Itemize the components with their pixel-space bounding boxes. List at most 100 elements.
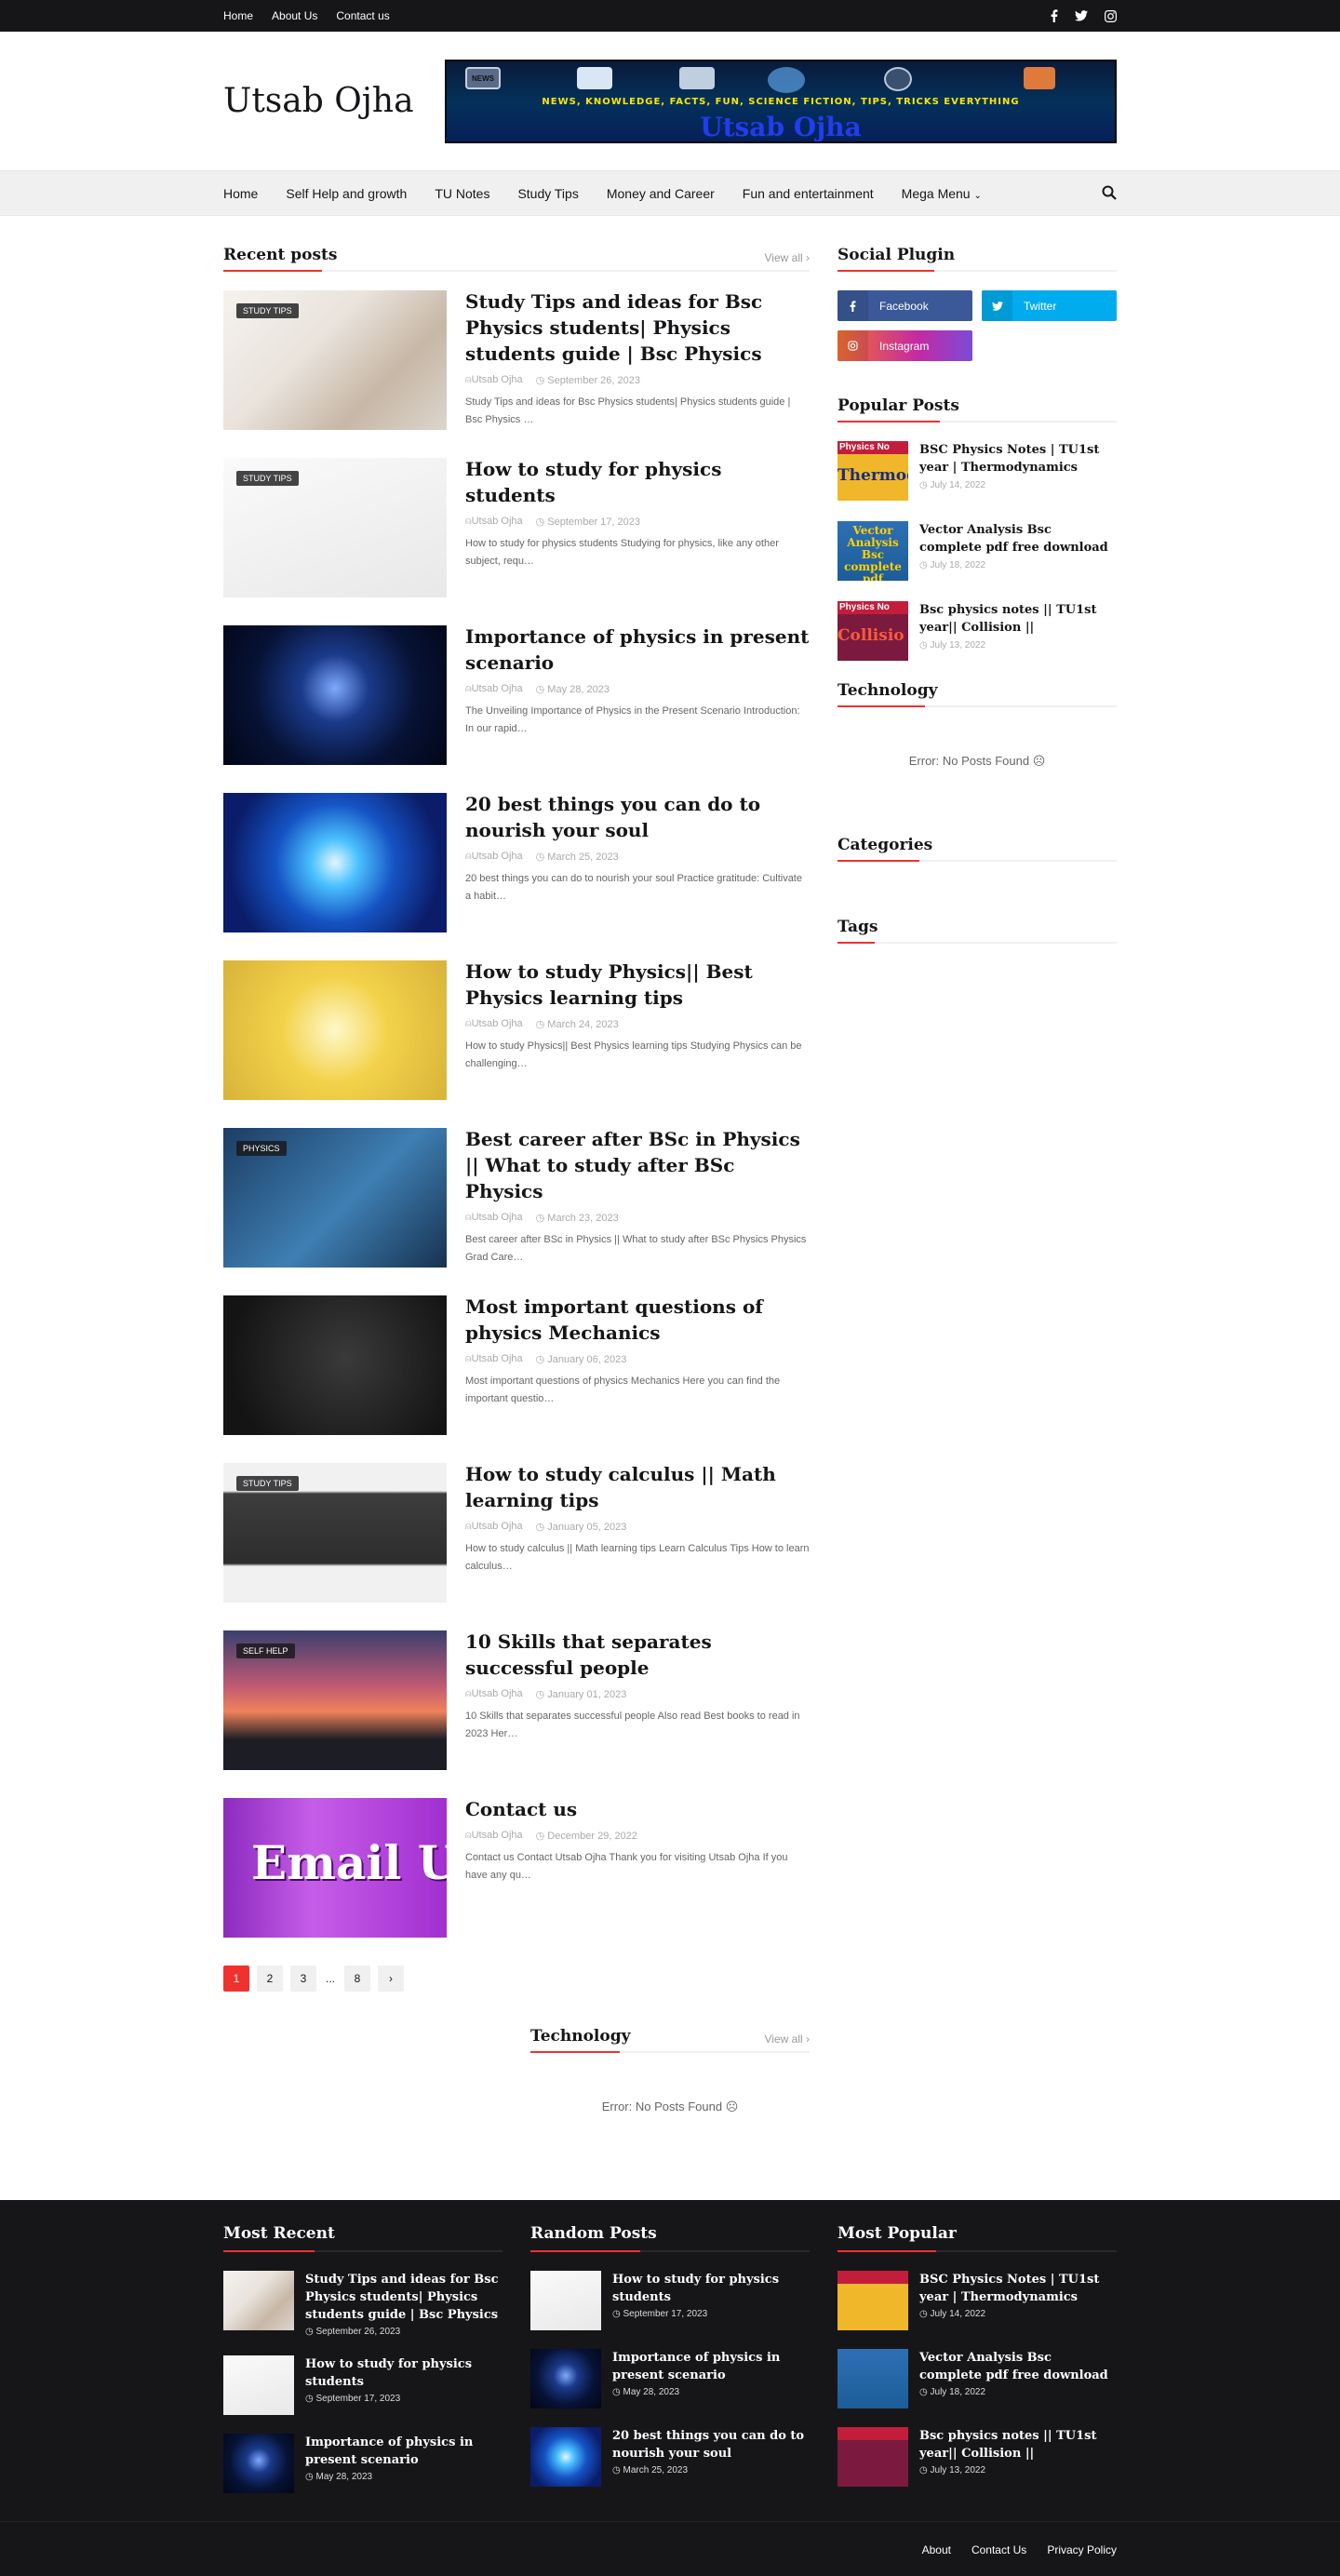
footer-post[interactable]: 20 best things you can do to nourish you… (530, 2427, 810, 2487)
post-author[interactable]: ⍝Utsab Ojha (465, 1830, 523, 1842)
post-title[interactable]: Study Tips and ideas for Bsc Physics stu… (465, 288, 810, 367)
post-author[interactable]: ⍝Utsab Ojha (465, 683, 523, 695)
popular-post[interactable]: Physics No Collisio Bsc physics notes || T… (838, 601, 1117, 661)
footer-post-thumbnail[interactable] (838, 2427, 908, 2487)
nav-item-money-career[interactable]: Money and Career (607, 186, 715, 201)
post-thumbnail[interactable] (223, 1295, 447, 1435)
instagram-button[interactable]: Instagram (838, 330, 972, 361)
footer-post[interactable]: Study Tips and ideas for Bsc Physics stu… (223, 2271, 502, 2337)
footer-post-title[interactable]: Study Tips and ideas for Bsc Physics stu… (305, 2271, 502, 2324)
facebook-button[interactable]: Facebook (838, 290, 972, 321)
instagram-icon[interactable] (1105, 9, 1117, 22)
footer-post[interactable]: Importance of physics in present scenari… (223, 2434, 502, 2493)
footer-post[interactable]: Importance of physics in present scenari… (530, 2349, 810, 2408)
site-logo[interactable]: Utsab Ojha (223, 82, 414, 120)
post-title[interactable]: 10 Skills that separates successful peop… (465, 1629, 810, 1681)
post-thumbnail[interactable]: Email U (223, 1798, 447, 1938)
popular-post-title[interactable]: Vector Analysis Bsc complete pdf free do… (919, 521, 1117, 557)
post-thumbnail[interactable]: PHYSICS (223, 1128, 447, 1268)
post-title[interactable]: Importance of physics in present scenari… (465, 624, 810, 676)
footer-post-title[interactable]: How to study for physics students (305, 2355, 502, 2391)
footer-post-title[interactable]: Importance of physics in present scenari… (612, 2349, 810, 2384)
nav-item-fun[interactable]: Fun and entertainment (743, 186, 874, 201)
post-title[interactable]: Best career after BSc in Physics || What… (465, 1126, 810, 1204)
post-author[interactable]: ⍝Utsab Ojha (465, 1353, 523, 1365)
nav-item-study-tips[interactable]: Study Tips (517, 186, 578, 201)
post-author[interactable]: ⍝Utsab Ojha (465, 851, 523, 863)
footer-post-thumbnail[interactable] (530, 2427, 601, 2487)
view-all-link[interactable]: View all › (765, 251, 810, 264)
footer-post-thumbnail[interactable] (838, 2271, 908, 2330)
post-title[interactable]: Most important questions of physics Mech… (465, 1294, 810, 1346)
footer-link-about[interactable]: About (922, 2543, 951, 2556)
nav-item-tu-notes[interactable]: TU Notes (435, 186, 489, 201)
footer-post[interactable]: Bsc physics notes || TU1st year|| Collis… (838, 2427, 1117, 2487)
post-category-badge[interactable]: STUDY TIPS (236, 1476, 299, 1491)
post-title[interactable]: How to study Physics|| Best Physics lear… (465, 959, 810, 1011)
post-title[interactable]: How to study calculus || Math learning t… (465, 1461, 810, 1513)
post-thumbnail[interactable] (223, 793, 447, 932)
next-page-button[interactable]: › (378, 1966, 404, 1992)
top-link-contact[interactable]: Contact us (336, 9, 389, 22)
post-author[interactable]: ⍝Utsab Ojha (465, 1521, 523, 1533)
popular-post-title[interactable]: Bsc physics notes || TU1st year|| Collis… (919, 601, 1117, 637)
post-thumbnail[interactable] (223, 960, 447, 1100)
popular-post-thumbnail[interactable]: Physics No Thermodynam (838, 441, 908, 501)
post-author[interactable]: ⍝Utsab Ojha (465, 1212, 523, 1224)
top-link-about[interactable]: About Us (272, 9, 317, 22)
popular-post-thumbnail[interactable]: Vector Analysis Bsc complete pdf (838, 521, 908, 581)
page-2-button[interactable]: 2 (257, 1966, 283, 1992)
post-category-badge[interactable]: SELF HELP (236, 1644, 295, 1658)
post-category-badge[interactable]: STUDY TIPS (236, 303, 299, 318)
footer-post-title[interactable]: Bsc physics notes || TU1st year|| Collis… (919, 2427, 1117, 2462)
footer-post-title[interactable]: How to study for physics students (612, 2271, 810, 2306)
header-banner[interactable]: NEWS NEWS, KNOWLEDGE, FACTS, FUN, SCIENC… (445, 59, 1117, 143)
nav-item-home[interactable]: Home (223, 186, 258, 201)
post-category-badge[interactable]: PHYSICS (236, 1141, 287, 1156)
post-thumbnail[interactable]: STUDY TIPS (223, 1463, 447, 1603)
nav-item-mega-menu[interactable]: Mega Menu ⌄ (902, 186, 982, 201)
post-category-badge[interactable]: STUDY TIPS (236, 471, 299, 486)
page-8-button[interactable]: 8 (344, 1966, 370, 1992)
footer-link-contact[interactable]: Contact Us (972, 2543, 1026, 2556)
footer-post[interactable]: Vector Analysis Bsc complete pdf free do… (838, 2349, 1117, 2408)
footer-post-thumbnail[interactable] (223, 2271, 294, 2330)
footer-post-title[interactable]: BSC Physics Notes | TU1st year | Thermod… (919, 2271, 1117, 2306)
footer-post-thumbnail[interactable] (530, 2349, 601, 2408)
footer-post[interactable]: BSC Physics Notes | TU1st year | Thermod… (838, 2271, 1117, 2330)
nav-item-self-help[interactable]: Self Help and growth (286, 186, 407, 201)
footer-post-thumbnail[interactable] (530, 2271, 601, 2330)
footer-post-title[interactable]: Importance of physics in present scenari… (305, 2434, 502, 2469)
post-thumbnail[interactable]: STUDY TIPS (223, 458, 447, 597)
post-author[interactable]: ⍝Utsab Ojha (465, 1018, 523, 1030)
post-title[interactable]: How to study for physics students (465, 456, 810, 508)
popular-post-thumbnail[interactable]: Physics No Collisio (838, 601, 908, 661)
footer-post[interactable]: How to study for physics students ◷ Septe… (530, 2271, 810, 2330)
popular-post[interactable]: Vector Analysis Bsc complete pdf Vector A… (838, 521, 1117, 581)
page-3-button[interactable]: 3 (290, 1966, 316, 1992)
post-author[interactable]: ⍝Utsab Ojha (465, 516, 523, 528)
page-1-button[interactable]: 1 (223, 1966, 249, 1992)
post-title[interactable]: Contact us (465, 1796, 810, 1822)
footer-link-privacy[interactable]: Privacy Policy (1047, 2543, 1117, 2556)
post-thumbnail[interactable]: STUDY TIPS (223, 290, 447, 430)
popular-post[interactable]: Physics No Thermodynam BSC Physics Notes |… (838, 441, 1117, 501)
post-author[interactable]: ⍝Utsab Ojha (465, 374, 523, 386)
twitter-icon[interactable] (1075, 10, 1088, 21)
popular-post-title[interactable]: BSC Physics Notes | TU1st year | Thermod… (919, 441, 1117, 476)
top-link-home[interactable]: Home (223, 9, 253, 22)
footer-post[interactable]: How to study for physics students ◷ Septe… (223, 2355, 502, 2415)
facebook-icon[interactable] (1051, 9, 1058, 22)
technology-view-all-link[interactable]: View all › (765, 2033, 810, 2046)
post-thumbnail[interactable] (223, 625, 447, 765)
search-icon[interactable] (1102, 185, 1117, 205)
footer-post-title[interactable]: 20 best things you can do to nourish you… (612, 2427, 810, 2462)
post-author[interactable]: ⍝Utsab Ojha (465, 1688, 523, 1700)
twitter-button[interactable]: Twitter (982, 290, 1117, 321)
footer-post-thumbnail[interactable] (223, 2355, 294, 2415)
footer-post-thumbnail[interactable] (838, 2349, 908, 2408)
footer-post-thumbnail[interactable] (223, 2434, 294, 2493)
post-thumbnail[interactable]: SELF HELP (223, 1630, 447, 1770)
post-title[interactable]: 20 best things you can do to nourish you… (465, 791, 810, 843)
footer-post-title[interactable]: Vector Analysis Bsc complete pdf free do… (919, 2349, 1117, 2384)
